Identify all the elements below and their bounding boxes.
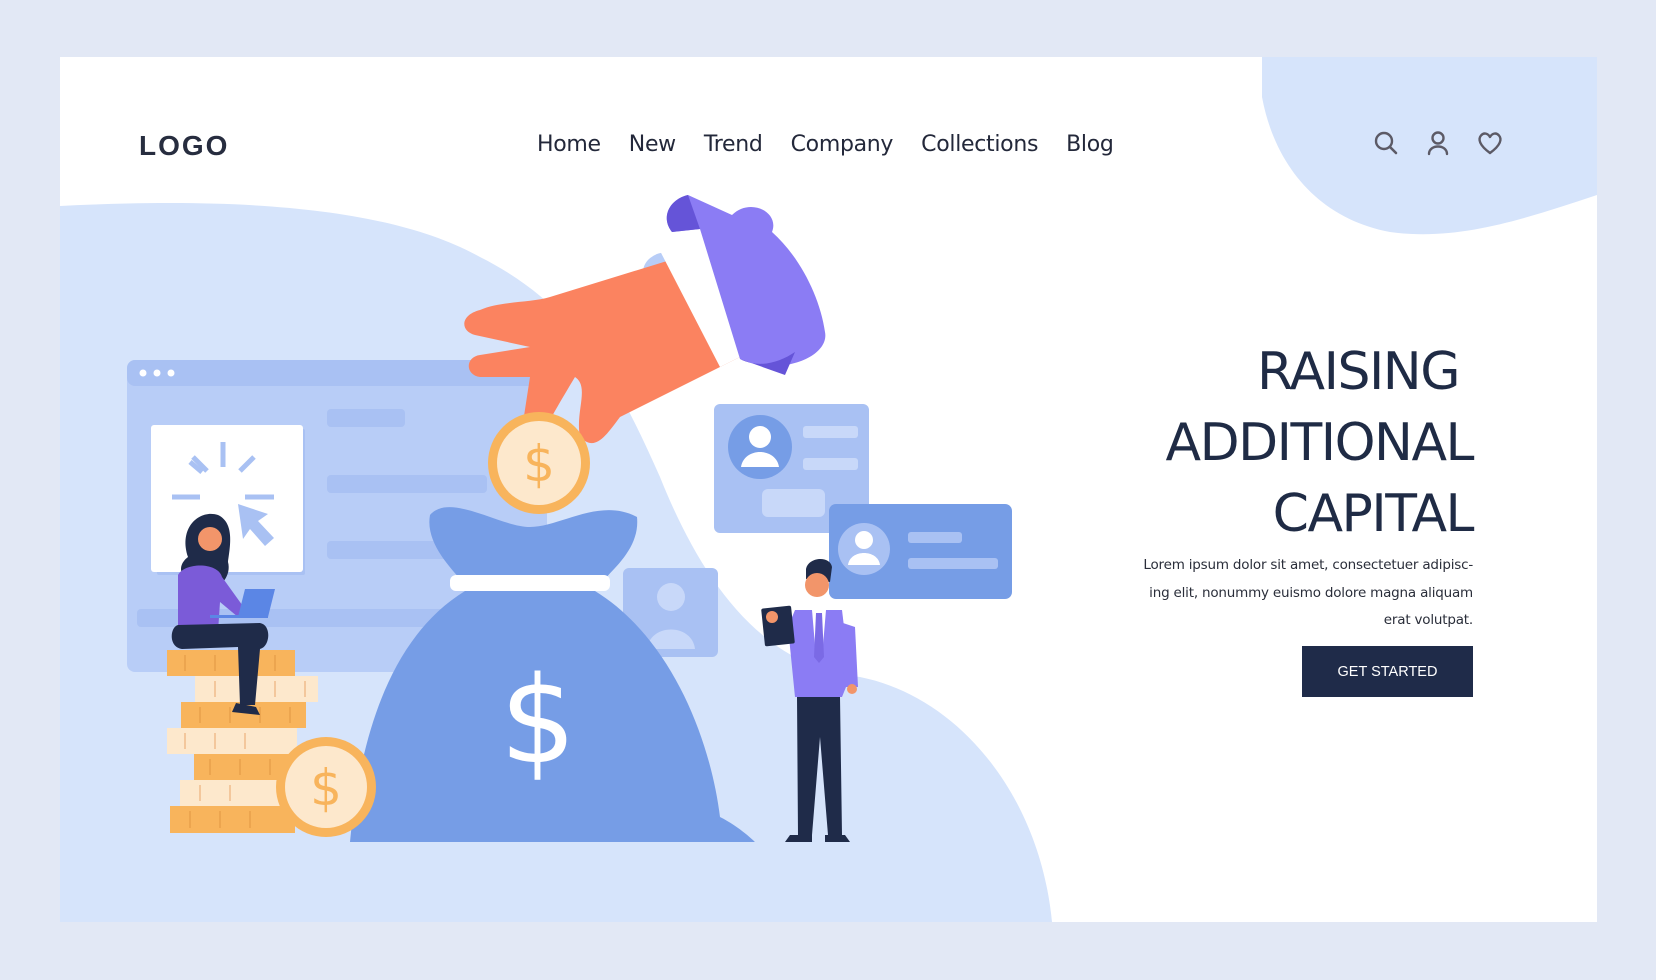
logo[interactable]: LOGO bbox=[139, 130, 229, 162]
hero-description-line-1: Lorem ipsum dolor sit amet, consectetuer… bbox=[1143, 557, 1473, 573]
hero-title-line-2: ADDITIONAL bbox=[1165, 413, 1475, 473]
main-nav: Home New Trend Company Collections Blog bbox=[537, 132, 1142, 157]
landing-page-frame: $ $ $ LOGO Home New Trend Company Collec… bbox=[60, 57, 1597, 922]
bag-dollar-symbol: $ bbox=[500, 652, 576, 791]
user-icon[interactable] bbox=[1424, 129, 1452, 157]
hero-title-line-1: RAISING bbox=[1257, 342, 1460, 402]
hero-title: RAISING ADDITIONAL CAPITAL bbox=[1053, 337, 1475, 550]
nav-item-company[interactable]: Company bbox=[791, 132, 894, 157]
profile-card-front bbox=[829, 504, 1012, 599]
search-icon[interactable] bbox=[1372, 129, 1400, 157]
hero-title-line-3: CAPITAL bbox=[1272, 484, 1475, 544]
hero-description-line-2: ing elit, nonummy euismo dolore magna al… bbox=[1149, 584, 1473, 601]
coin-dropping: $ bbox=[488, 412, 590, 514]
hero-description: Lorem ipsum dolor sit amet, consectetuer… bbox=[1053, 552, 1473, 635]
nav-item-home[interactable]: Home bbox=[537, 132, 601, 157]
header-icons bbox=[1372, 129, 1504, 157]
hero-description-line-3: erat volutpat. bbox=[1383, 612, 1473, 628]
coin-dollar-symbol: $ bbox=[523, 435, 555, 493]
get-started-button[interactable]: GET STARTED bbox=[1302, 646, 1473, 697]
nav-item-trend[interactable]: Trend bbox=[704, 132, 763, 157]
nav-item-collections[interactable]: Collections bbox=[921, 132, 1038, 157]
nav-item-new[interactable]: New bbox=[629, 132, 676, 157]
stack-coin-dollar-symbol: $ bbox=[310, 759, 342, 817]
hero-section: RAISING ADDITIONAL CAPITAL Lorem ipsum d… bbox=[1053, 337, 1475, 635]
nav-item-blog[interactable]: Blog bbox=[1066, 132, 1114, 157]
heart-icon[interactable] bbox=[1476, 129, 1504, 157]
